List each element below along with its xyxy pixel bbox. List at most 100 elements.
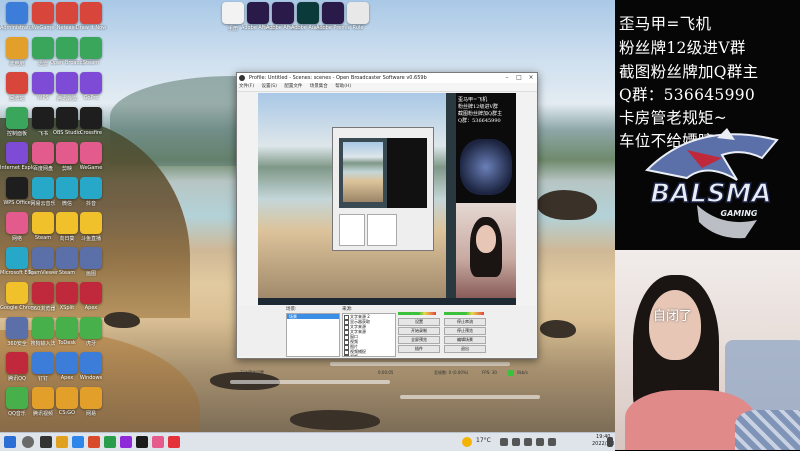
desktop-icon[interactable]: 斗鱼直播: [74, 212, 108, 242]
app-icon: [80, 247, 102, 269]
menu-file[interactable]: 文件(F): [239, 84, 254, 89]
desktop-icon-label: Crossfire: [80, 130, 102, 136]
taskbar-app-icon[interactable]: [120, 436, 132, 448]
desktop-icon-label: Rule: [352, 25, 364, 31]
taskbar-app-icon[interactable]: [104, 436, 116, 448]
wallpaper-rock: [290, 410, 380, 430]
start-recording-button[interactable]: 开始录制: [398, 327, 440, 335]
desktop-icon[interactable]: 网易: [74, 387, 108, 417]
taskbar-app-icon[interactable]: [152, 436, 164, 448]
person-face: [649, 290, 701, 360]
app-icon: [6, 317, 28, 339]
wave: [230, 380, 390, 384]
tray-icon[interactable]: [500, 438, 508, 446]
desktop-icon[interactable]: 虎牙: [74, 317, 108, 347]
app-icon: [80, 317, 102, 339]
logo-text: BALSMA: [650, 179, 771, 209]
menu-scene-collection[interactable]: 场景集合: [310, 84, 328, 89]
app-icon: [80, 72, 102, 94]
status-dropped: 丢帧数: 0 (0.00%): [434, 370, 469, 375]
edit-scene-button[interactable]: 编辑场景: [444, 336, 486, 344]
app-icon: [80, 142, 102, 164]
app-icon: [6, 177, 28, 199]
plugins-button[interactable]: 插件: [398, 345, 440, 353]
desktop-icon[interactable]: Steam: [74, 37, 108, 66]
volume-icon[interactable]: [536, 438, 544, 446]
overlay-line: 截图粉丝牌加Q群主: [619, 63, 759, 81]
obs-preview-canvas: 歪马甲=飞机 粉丝牌12级进V群 截图粉丝牌加Q群主 Q群：536645990: [258, 93, 516, 305]
maximize-button[interactable]: □: [513, 73, 525, 83]
wave: [330, 362, 510, 366]
close-button[interactable]: ×: [525, 73, 537, 83]
app-icon: [80, 2, 102, 24]
obs-window[interactable]: Profile: Untitled - Scenes: scenes - Ope…: [236, 72, 538, 376]
desktop-icon-label: Draw it Now: [75, 25, 107, 31]
stop-stream-button[interactable]: 停止串流: [444, 318, 486, 326]
obs-title-bar[interactable]: Profile: Untitled - Scenes: scenes - Ope…: [237, 73, 537, 83]
settings-button[interactable]: 设置: [398, 318, 440, 326]
source-item[interactable]: 视频: [343, 354, 395, 356]
desktop-icon-label: Apex: [84, 305, 98, 311]
taskbar-app-icon[interactable]: [56, 436, 68, 448]
desktop-icon[interactable]: Crossfire: [74, 107, 108, 136]
desktop-icon-label: WeGame: [79, 165, 103, 171]
desktop-icon[interactable]: Draw it Now: [74, 2, 108, 31]
desktop-wallpaper: Administrator此电脑回收站控制面板Internet Explorer…: [0, 0, 615, 432]
app-icon: [80, 352, 102, 374]
desktop-icon-label: 抖音: [85, 201, 96, 207]
webcam-caption: 自闭了: [653, 309, 693, 324]
ime-icon[interactable]: [548, 438, 556, 446]
menu-settings[interactable]: 设置(S): [262, 84, 277, 89]
logo-subtext: GAMING: [721, 209, 758, 218]
app-icon: [347, 2, 369, 24]
obs-status-bar: 无法预览设置 0:00:05 丢帧数: 0 (0.00%) FPS: 30 0k…: [238, 369, 536, 377]
desktop-icon[interactable]: Apex: [74, 282, 108, 311]
desktop-icon[interactable]: 画图: [74, 247, 108, 277]
menu-profile[interactable]: 配置文件: [284, 84, 302, 89]
app-icon: [6, 282, 28, 304]
scenes-label: 场景:: [286, 307, 297, 312]
taskbar-app-icon[interactable]: [168, 436, 180, 448]
desktop-icon-label: Windows: [79, 375, 103, 381]
taskbar-app-icon[interactable]: [72, 436, 84, 448]
desktop-icon[interactable]: GoPro: [74, 72, 108, 101]
task-view-icon[interactable]: [40, 436, 52, 448]
exit-button[interactable]: 退出: [444, 345, 486, 353]
stream-overlay-panel: 歪马甲=飞机 粉丝牌12级进V群 截图粉丝牌加Q群主 Q群：536645990 …: [615, 0, 800, 250]
desktop-icon[interactable]: Rule: [341, 2, 375, 31]
audio-meter-mic: [444, 312, 484, 315]
windows-start-icon[interactable]: [4, 436, 16, 448]
scene-item-selected[interactable]: 场景: [287, 314, 339, 319]
network-icon[interactable]: [524, 438, 532, 446]
balsma-gaming-logo: BALSMA GAMING: [644, 128, 779, 239]
app-icon: [6, 142, 28, 164]
desktop-icon-label: 虎牙: [85, 341, 96, 347]
nested-webcam: [456, 203, 516, 305]
sources-label: 来源:: [342, 307, 353, 312]
notification-icon[interactable]: [607, 437, 613, 447]
desktop-icon[interactable]: WeGame: [74, 142, 108, 171]
minimize-button[interactable]: –: [501, 73, 513, 83]
taskbar-obs-icon[interactable]: [136, 436, 148, 448]
scenes-list[interactable]: 场景: [286, 313, 340, 357]
tray-icon[interactable]: [512, 438, 520, 446]
app-icon: [6, 212, 28, 234]
fullscreen-preview-button[interactable]: 全屏预览: [398, 336, 440, 344]
overlay-line: 粉丝牌12级进V群: [619, 39, 746, 57]
app-icon: [80, 212, 102, 234]
overlay-line: Q群：536645990: [619, 86, 756, 104]
weather-temperature[interactable]: 17°C: [476, 437, 491, 444]
taskbar-app-icon[interactable]: [88, 436, 100, 448]
desktop-icon[interactable]: Windows: [74, 352, 108, 381]
stop-preview-button[interactable]: 停止预览: [444, 327, 486, 335]
sources-list[interactable]: 文字来源 2 显示器获取 文字来源 文字来源 窗口 视频 图片 视频捕捉 视频: [342, 313, 396, 357]
app-icon: [80, 177, 102, 199]
desktop-icon[interactable]: 抖音: [74, 177, 108, 207]
app-icon: [6, 2, 28, 24]
wallpaper-rock: [104, 312, 140, 328]
menu-help[interactable]: 帮助(H): [335, 84, 351, 89]
search-icon[interactable]: [22, 436, 34, 448]
status-kbps: 0kb/s: [517, 370, 528, 375]
status-fps: FPS: 30: [482, 370, 497, 375]
weather-icon[interactable]: [462, 437, 472, 447]
